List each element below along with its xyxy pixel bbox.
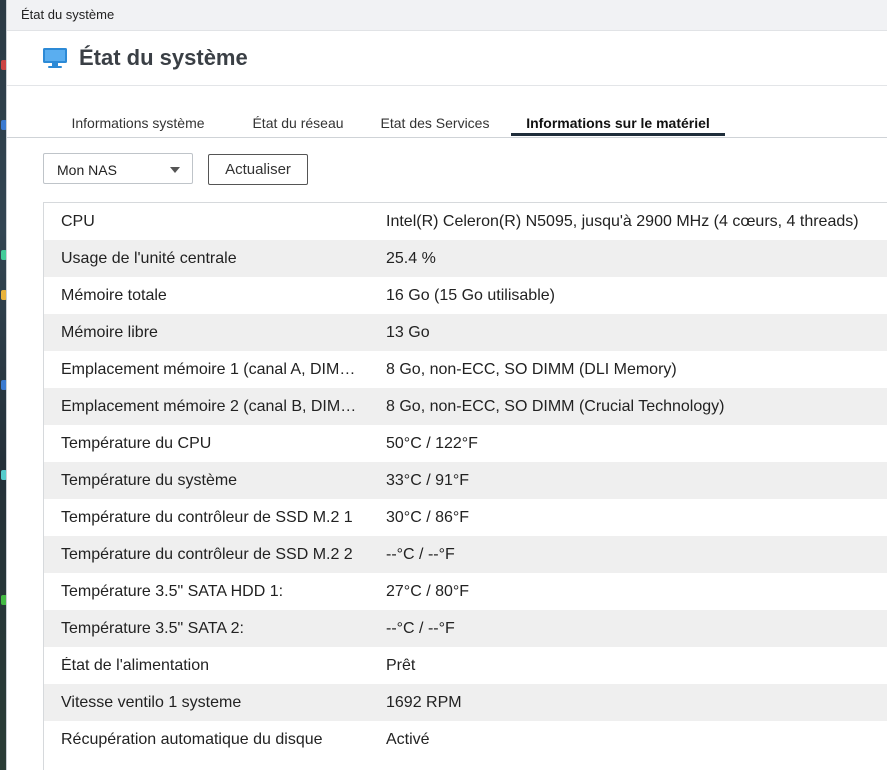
chevron-down-icon: [170, 167, 180, 173]
info-row: État de l'alimentation Prêt: [44, 647, 887, 684]
hardware-info-table: CPU Intel(R) Celeron(R) N5095, jusqu'à 29…: [43, 202, 887, 770]
info-row: Température du système 33°C / 91°F: [44, 462, 887, 499]
info-row: Vitesse ventilo 1 systeme 1692 RPM: [44, 684, 887, 721]
info-row-label: Température 3.5" SATA HDD 1:: [61, 583, 284, 600]
info-row-value: Activé: [386, 731, 430, 748]
toolbar: Mon NAS Actualiser: [7, 153, 887, 187]
info-row-value: 13 Go: [386, 324, 430, 341]
info-row-label: Mémoire libre: [61, 324, 158, 341]
tab-services-status[interactable]: Etat des Services: [369, 108, 501, 136]
info-row-label: État de l'alimentation: [61, 657, 210, 674]
info-row-value: 16 Go (15 Go utilisable): [386, 287, 555, 304]
info-row-value: 27°C / 80°F: [386, 583, 470, 600]
info-row: Mémoire totale 16 Go (15 Go utilisable): [44, 277, 887, 314]
info-row-value: 30°C / 86°F: [386, 509, 470, 526]
info-row-value: 25.4 %: [386, 250, 436, 267]
tab-hardware-info[interactable]: Informations sur le matériel: [511, 108, 725, 136]
tab-network-status[interactable]: État du réseau: [237, 108, 359, 136]
info-row-value: Prêt: [386, 657, 416, 674]
info-row-label: Usage de l'unité centrale: [61, 250, 237, 267]
info-row-label: Température du système: [61, 472, 238, 489]
info-row-value: --°C / --°F: [386, 546, 455, 563]
info-row-label: CPU: [61, 213, 95, 230]
info-row-value: 1692 RPM: [386, 694, 462, 711]
info-row: Récupération automatique du disque Activé: [44, 721, 887, 758]
info-row-label: Emplacement mémoire 1 (canal A, DIMM 0): [61, 361, 361, 378]
info-row-value: --°C / --°F: [386, 620, 455, 637]
info-row: Emplacement mémoire 1 (canal A, DIMM 0) 8…: [44, 351, 887, 388]
tab-system-info[interactable]: Informations système: [43, 108, 233, 136]
info-row-label: Température du contrôleur de SSD M.2 2: [61, 546, 353, 563]
info-row: Température du CPU 50°C / 122°F: [44, 425, 887, 462]
info-row-label: Emplacement mémoire 2 (canal B, DIMM 0): [61, 398, 361, 415]
tab-bar: Informations système État du réseau Etat…: [7, 108, 887, 138]
refresh-button[interactable]: Actualiser: [208, 154, 308, 185]
info-row-value: 8 Go, non-ECC, SO DIMM (Crucial Technolo…: [386, 398, 725, 415]
info-row-value: Intel(R) Celeron(R) N5095, jusqu'à 2900 …: [386, 213, 859, 230]
window-titlebar[interactable]: État du système: [7, 0, 887, 31]
info-row: Usage de l'unité centrale 25.4 %: [44, 240, 887, 277]
info-row-label: Température du contrôleur de SSD M.2 1: [61, 509, 353, 526]
info-row: CPU Intel(R) Celeron(R) N5095, jusqu'à 29…: [44, 203, 887, 240]
info-row: Température 3.5" SATA HDD 1: 27°C / 80°F: [44, 573, 887, 610]
window-title: État du système: [21, 7, 115, 22]
info-row-label: Récupération automatique du disque: [61, 731, 323, 748]
info-row-value: 33°C / 91°F: [386, 472, 470, 489]
page-title: État du système: [79, 45, 248, 70]
info-row-label: Mémoire totale: [61, 287, 167, 304]
info-row-label: Température 3.5" SATA 2:: [61, 620, 244, 637]
monitor-icon: [43, 48, 67, 68]
info-row-label: Température du CPU: [61, 435, 212, 452]
info-row-value: 8 Go, non-ECC, SO DIMM (DLI Memory): [386, 361, 677, 378]
info-row: Mémoire libre 13 Go: [44, 314, 887, 351]
page-header: État du système: [7, 31, 887, 86]
info-row-label: Vitesse ventilo 1 systeme: [61, 694, 242, 711]
device-select-value: Mon NAS: [57, 162, 117, 178]
system-status-window: État du système État du système Informat…: [6, 0, 887, 770]
info-row: Température du contrôleur de SSD M.2 1 30…: [44, 499, 887, 536]
info-row: Température du contrôleur de SSD M.2 2 --…: [44, 536, 887, 573]
info-row: Emplacement mémoire 2 (canal B, DIMM 0) 8…: [44, 388, 887, 425]
device-select[interactable]: Mon NAS: [43, 153, 193, 184]
info-row-value: 50°C / 122°F: [386, 435, 478, 452]
info-row: Température 3.5" SATA 2: --°C / --°F: [44, 610, 887, 647]
